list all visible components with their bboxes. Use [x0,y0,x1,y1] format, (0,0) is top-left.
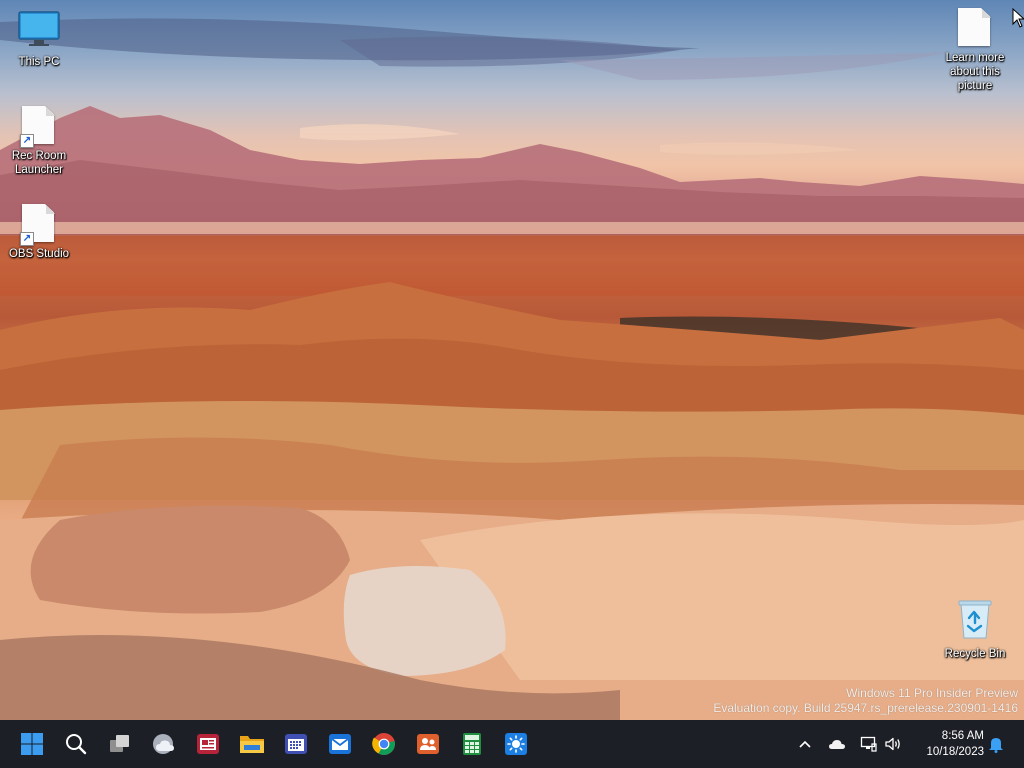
mail-app-button[interactable] [324,728,356,760]
network-button[interactable] [858,735,880,753]
people-app-button[interactable] [412,728,444,760]
clock-time: 8:56 AM [941,730,984,742]
search-button[interactable] [60,728,92,760]
desktop-icon-learn-more[interactable]: Learn more about this picture [937,8,1013,93]
recycle-bin-icon [956,596,994,644]
brightness-app-button[interactable] [500,728,532,760]
start-button[interactable] [16,728,48,760]
notification-bell-icon [989,738,1003,753]
notifications-button[interactable] [986,734,1006,754]
watermark-line-build: Evaluation copy. Build 25947.rs_prerelea… [713,701,1018,715]
document-icon: ↗ [20,106,56,148]
chrome-icon [372,733,395,755]
volume-icon [885,737,900,751]
desktop-icon-obs-studio[interactable]: ↗ OBS Studio [1,204,77,261]
taskbar: 8:56 AM 10/18/2023 [0,720,1024,768]
build-watermark: Windows 11 Pro Insider Preview Evaluatio… [713,686,1018,716]
shortcut-arrow-icon: ↗ [20,134,34,148]
monitor-icon [17,10,61,52]
wallpaper [0,18,1024,720]
desktop[interactable]: This PC ↗ Rec Room Launcher ↗ OBS Studio… [0,0,1024,720]
desktop-icon-this-pc[interactable]: This PC [1,10,77,69]
desktop-icon-recycle-bin[interactable]: Recycle Bin [937,596,1013,661]
desktop-icon-rec-room-launcher[interactable]: ↗ Rec Room Launcher [1,106,77,177]
calendar-icon [285,734,307,754]
weather-icon [153,734,174,754]
desktop-icon-label: OBS Studio [8,248,70,260]
onedrive-button[interactable] [826,736,848,752]
show-hidden-icons-button[interactable] [796,736,814,752]
document-icon: ↗ [20,204,56,246]
calendar-app-button[interactable] [280,728,312,760]
desktop-icon-label: This PC [18,56,60,68]
desktop-icon-label: Rec Room Launcher [11,150,67,176]
news-app-button[interactable] [192,728,224,760]
folder-icon [240,736,264,753]
chevron-up-icon [799,740,811,748]
document-icon [958,8,992,48]
clock-date: 10/18/2023 [926,746,984,758]
spreadsheet-icon [463,733,481,755]
volume-button[interactable] [882,735,904,753]
desktop-icon-label: Recycle Bin [944,648,1006,660]
mail-icon [329,734,351,754]
widgets-button[interactable] [148,728,180,760]
network-icon [860,736,877,752]
shortcut-arrow-icon: ↗ [20,232,34,246]
onedrive-cloud-icon [829,740,845,749]
desktop-icon-label: Learn more about this picture [945,52,1005,92]
search-icon [66,734,87,755]
task-view-icon [110,735,129,752]
file-explorer-button[interactable] [236,728,268,760]
people-icon [417,734,439,754]
calculator-app-button[interactable] [456,728,488,760]
windows-logo-icon [21,733,43,755]
task-view-button[interactable] [104,728,136,760]
mouse-cursor-icon [1012,8,1024,28]
sun-icon [505,733,527,755]
news-icon [197,734,219,754]
chrome-button[interactable] [368,728,400,760]
watermark-line-edition: Windows 11 Pro Insider Preview [846,686,1018,700]
taskbar-clock[interactable]: 8:56 AM 10/18/2023 [912,728,984,760]
